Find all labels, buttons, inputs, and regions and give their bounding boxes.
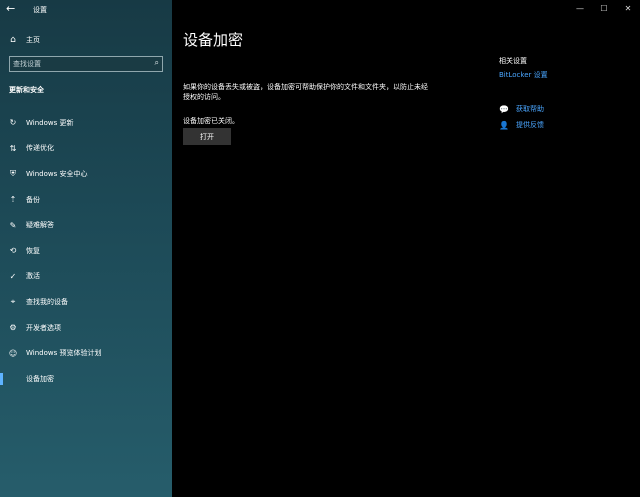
- search-box[interactable]: ⌕: [9, 56, 163, 72]
- give-feedback-link[interactable]: 👤 提供反馈: [499, 120, 544, 130]
- description-text: 如果你的设备丢失或被盗，设备加密可帮助保护你的文件和文件夹，以防止未经授权的访问…: [183, 83, 428, 101]
- delivery-icon: ⇅: [9, 143, 17, 153]
- shield-icon: ⛨: [10, 168, 16, 178]
- section-title: 更新和安全: [9, 86, 44, 94]
- app-title: 设置: [33, 6, 47, 14]
- sidebar-item-label: Windows 预览体验计划: [26, 349, 102, 358]
- backup-icon: ⇡: [9, 195, 17, 205]
- maximize-icon[interactable]: ☐: [592, 0, 616, 18]
- sidebar-item-backup[interactable]: ⇡ 备份: [0, 187, 172, 213]
- turn-on-button[interactable]: 打开: [183, 128, 231, 145]
- check-circle-icon: ✓: [9, 271, 17, 281]
- wrench-icon: ✎: [9, 220, 17, 230]
- sidebar-item-activation[interactable]: ✓ 激活: [0, 264, 172, 290]
- sidebar-nav: ↻ Windows 更新 ⇅ 传递优化 ⛨ Windows 安全中心 ⇡ 备份 …: [0, 110, 172, 392]
- close-icon[interactable]: ✕: [616, 0, 640, 18]
- sidebar-item-label: Windows 更新: [26, 118, 74, 127]
- give-feedback-label: 提供反馈: [516, 121, 544, 129]
- home-icon: ⌂: [10, 35, 16, 45]
- sidebar-item-label: 开发者选项: [26, 323, 61, 332]
- find-device-icon: ⌖: [10, 296, 16, 306]
- sidebar-item-windows-insider[interactable]: ☺ Windows 预览体验计划: [0, 340, 172, 366]
- sidebar-item-label: Windows 安全中心: [26, 169, 88, 178]
- sidebar-item-label: 备份: [26, 195, 40, 204]
- sidebar-item-delivery-optimization[interactable]: ⇅ 传递优化: [0, 136, 172, 162]
- sidebar-item-home[interactable]: ⌂ 主页: [0, 31, 172, 49]
- feedback-person-icon: 👤: [499, 120, 509, 130]
- developer-icon: ⚙: [9, 323, 17, 333]
- sidebar-item-label: 传递优化: [26, 144, 54, 153]
- sidebar: ← 设置 ⌂ 主页 ⌕ 更新和安全 ↻ Windows 更新 ⇅ 传递优化 ⛨ …: [0, 0, 172, 497]
- recovery-icon: ⟲: [9, 246, 17, 256]
- sidebar-item-label: 激活: [26, 272, 40, 281]
- sidebar-item-label: 恢复: [26, 246, 40, 255]
- sidebar-item-label: 疑难解答: [26, 221, 54, 230]
- sidebar-item-label: 查找我的设备: [26, 297, 68, 306]
- insider-icon: ☺: [8, 348, 18, 358]
- page-title: 设备加密: [183, 31, 244, 49]
- titlebar-left: ← 设置: [0, 0, 172, 20]
- sidebar-item-label: 主页: [26, 36, 40, 44]
- sidebar-item-find-my-device[interactable]: ⌖ 查找我的设备: [0, 289, 172, 315]
- minimize-icon[interactable]: —: [568, 0, 592, 18]
- sidebar-item-windows-update[interactable]: ↻ Windows 更新: [0, 110, 172, 136]
- search-input[interactable]: [13, 57, 143, 71]
- sidebar-item-for-developers[interactable]: ⚙ 开发者选项: [0, 315, 172, 341]
- search-icon[interactable]: ⌕: [155, 58, 159, 68]
- sidebar-item-device-encryption[interactable]: 设备加密: [0, 366, 172, 392]
- help-chat-icon: 💬: [499, 104, 509, 114]
- sidebar-item-label: 设备加密: [26, 374, 54, 383]
- encryption-status: 设备加密已关闭。: [183, 117, 239, 125]
- sidebar-item-troubleshoot[interactable]: ✎ 疑难解答: [0, 212, 172, 238]
- window-controls: — ☐ ✕: [568, 0, 640, 18]
- get-help-link[interactable]: 💬 获取帮助: [499, 104, 544, 114]
- get-help-label: 获取帮助: [516, 105, 544, 113]
- back-arrow-icon[interactable]: ←: [6, 3, 15, 15]
- sidebar-item-recovery[interactable]: ⟲ 恢复: [0, 238, 172, 264]
- related-settings-title: 相关设置: [499, 57, 527, 65]
- bitlocker-settings-link[interactable]: BitLocker 设置: [499, 70, 548, 80]
- refresh-icon: ↻: [9, 118, 17, 128]
- sidebar-item-windows-security[interactable]: ⛨ Windows 安全中心: [0, 161, 172, 187]
